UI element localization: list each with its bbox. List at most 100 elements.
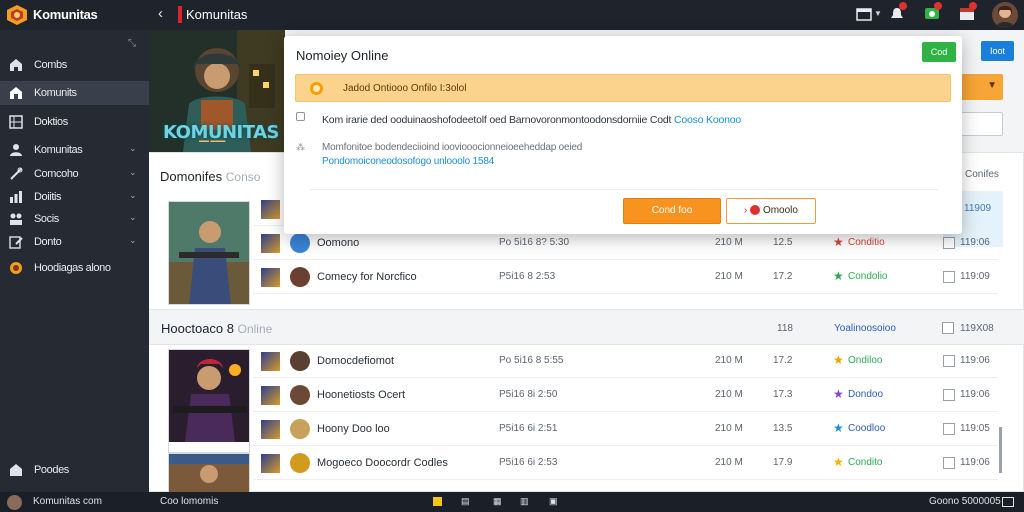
row-tag: Condolio [848, 271, 888, 282]
status-mid-text: Coo lomomis [160, 496, 219, 507]
star-icon: ★ [833, 421, 844, 435]
game-mini-icon [261, 352, 280, 371]
row-checkbox[interactable] [943, 457, 955, 469]
secondary-button[interactable]: › Omoolo [726, 198, 816, 224]
row-name: Domocdefiomot [317, 355, 395, 367]
row-count: 119:06 [960, 457, 990, 468]
warning-icon [310, 82, 323, 95]
chevron-down-icon[interactable]: ⌄ [129, 235, 137, 246]
scrollbar[interactable] [999, 427, 1002, 473]
status-left-text: Komunitas com [33, 496, 102, 507]
confirm-button[interactable]: Cond foo [623, 198, 721, 224]
row-tag: Condito [848, 457, 883, 468]
grid-icon [9, 115, 23, 129]
game-thumbnail[interactable] [168, 201, 250, 305]
row-count: 11909 [964, 203, 992, 214]
row-size: 210 M [715, 271, 743, 282]
modal-link[interactable]: Cooso Koonoo [674, 114, 741, 126]
filter-input[interactable] [961, 112, 1003, 136]
status-icon[interactable]: ▤ [461, 496, 470, 507]
row-date: P5i16 6i 2:53 [499, 457, 558, 468]
row-name: Mogoeco Doocordr Codles [317, 457, 448, 469]
sidebar-item-footer[interactable]: Poodes [0, 458, 149, 482]
row-count: 119:06 [960, 355, 990, 366]
table-row[interactable]: Comecy for Norcfico P5i16 8 2:53 210 M 1… [253, 261, 998, 294]
notification-dot [934, 2, 942, 10]
page-title: Komunitas [186, 7, 248, 22]
collapse-icon[interactable]: ⤡ [128, 38, 136, 49]
star-icon: ★ [833, 455, 844, 469]
sidebar-item-tools[interactable]: Comcoho ⌄ [0, 162, 149, 186]
header-checkbox[interactable] [942, 322, 954, 334]
action-button[interactable]: Ioot [981, 41, 1014, 61]
row-rating: 17.3 [773, 389, 793, 400]
sidebar-item-social[interactable]: Socis ⌄ [0, 207, 149, 231]
row-count: 119:06 [960, 237, 990, 248]
sidebar-item-edit[interactable]: Donto ⌄ [0, 230, 149, 254]
hero-banner[interactable]: KOMUNITAS ▬▬ ▬▬▬ [149, 30, 285, 152]
chevron-down-icon[interactable]: ⌄ [129, 167, 137, 178]
users-icon [10, 213, 22, 225]
sidebar-item-badge[interactable]: Hoodiagas alono [0, 256, 149, 280]
status-icon[interactable]: ▣ [549, 496, 558, 507]
brand-name: Komunitas [33, 7, 98, 22]
row-rating: 13.5 [773, 423, 793, 434]
sidebar-item-community[interactable]: Komunits [0, 81, 149, 105]
table-row[interactable]: Domocdefiomot Po 5i16 8 5:55 210 M 17.2 … [253, 345, 998, 378]
row-rating: 17.2 [773, 271, 793, 282]
row-checkbox[interactable] [943, 355, 955, 367]
modal-message: ⁂ Kom irarie ded ooduinaoshofodeetolf oe… [296, 106, 938, 190]
back-button[interactable]: ‹ [158, 5, 163, 22]
table-row[interactable]: Hoonetiosts Ocert P5i16 8i 2:50 210 M 17… [253, 379, 998, 412]
table-row[interactable]: Hoony Doo loo P5i16 6i 2:51 210 M 13.5 ★… [253, 413, 998, 446]
row-date: P5i16 6i 2:51 [499, 423, 558, 434]
chevron-down-icon[interactable]: ▼ [874, 9, 882, 18]
game-thumbnail[interactable] [168, 453, 250, 493]
sidebar-item-stats[interactable]: Doiitis ⌄ [0, 185, 149, 209]
row-checkbox[interactable] [943, 423, 955, 435]
row-checkbox[interactable] [943, 271, 955, 283]
row-tag: Coodloo [848, 423, 886, 434]
chevron-down-icon: ▼ [987, 80, 997, 91]
row-tag: Dondoo [848, 389, 884, 400]
sidebar-item-grid[interactable]: Doktios [0, 110, 149, 134]
status-icon[interactable]: ▦ [493, 496, 502, 507]
game-mini-icon [261, 386, 280, 405]
user-avatar[interactable] [992, 2, 1018, 28]
row-size: 210 M [715, 389, 743, 400]
sidebar-item-label: Komunitas [34, 144, 83, 156]
row-date: Po 5i16 8 5:55 [499, 355, 564, 366]
table-row[interactable]: Mogoeco Doocordr Codles P5i16 6i 2:53 21… [253, 447, 998, 480]
sidebar-item-label: Combs [34, 59, 67, 71]
game-mini-icon [261, 454, 280, 473]
game-mini-icon [261, 268, 280, 287]
game-thumbnail[interactable] [168, 349, 250, 453]
sidebar-item-label: Doiitis [34, 191, 62, 203]
title-accent-bar [178, 6, 182, 23]
row-checkbox[interactable] [943, 237, 955, 249]
section-right-label: Conifes [965, 169, 999, 180]
window-icon[interactable] [1002, 497, 1014, 507]
avatar [290, 385, 310, 405]
avatar[interactable] [7, 495, 22, 510]
alert-text: Jadod Ontiooo Onfilo I:3olol [343, 83, 467, 94]
status-icon[interactable]: ▥ [520, 496, 529, 507]
sidebar-item-home[interactable]: Combs [0, 53, 149, 77]
avatar [290, 453, 310, 473]
star-icon: ★ [833, 235, 844, 249]
sidebar-item-people[interactable]: Komunitas ⌄ [0, 138, 149, 162]
brand-logo-icon[interactable] [6, 4, 28, 26]
row-checkbox[interactable] [943, 389, 955, 401]
notification-dot [969, 2, 977, 10]
modal-ok-button[interactable]: Cod [922, 42, 956, 62]
window-icon[interactable] [855, 6, 873, 22]
row-rating: 17.9 [773, 457, 793, 468]
chevron-down-icon[interactable]: ⌄ [129, 190, 137, 201]
home-icon [10, 59, 22, 71]
filter-dropdown[interactable]: ▼ [961, 74, 1003, 100]
modal-link[interactable]: Pondomoiconeodosofogo unlooolo 1584 [322, 156, 494, 167]
community-icon [10, 87, 22, 99]
row-name: Hoonetiosts Ocert [317, 389, 406, 401]
chevron-down-icon[interactable]: ⌄ [129, 212, 137, 223]
chevron-down-icon[interactable]: ⌄ [129, 143, 137, 154]
